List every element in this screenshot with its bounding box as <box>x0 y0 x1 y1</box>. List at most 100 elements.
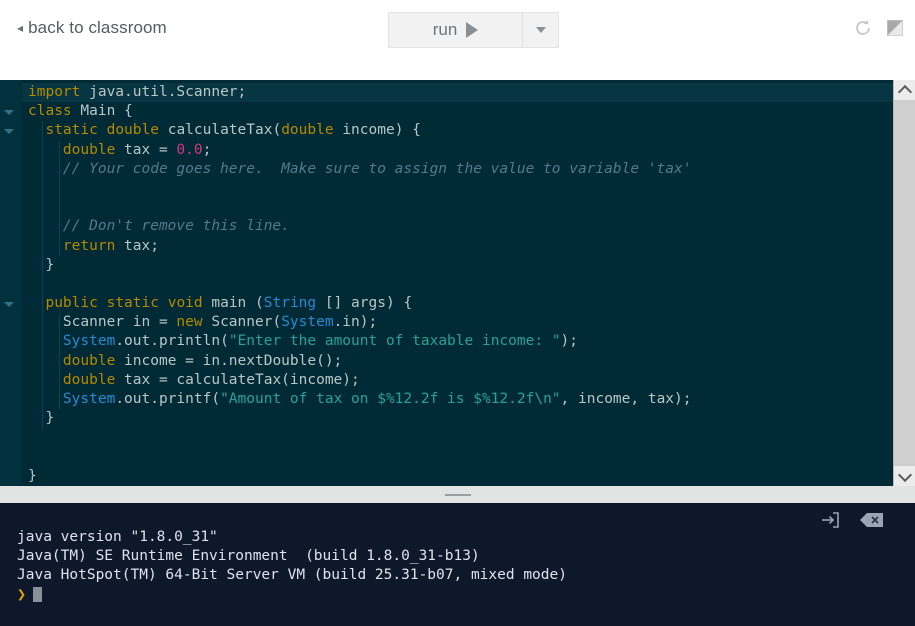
code-line: // Don't remove this line. <box>22 217 893 236</box>
indent-guide <box>59 313 60 410</box>
code-token: .in); <box>333 314 378 331</box>
code-line: Scanner in = new Scanner(System.in); <box>22 313 893 332</box>
editor-vertical-scrollbar[interactable] <box>893 80 915 486</box>
code-token: Scanner in = <box>28 314 177 331</box>
code-line: } <box>22 467 893 486</box>
prompt-chevron-icon: ❯ <box>17 585 27 603</box>
code-line: System.out.printf("Amount of tax on $%12… <box>22 390 893 409</box>
code-token: public <box>45 295 98 312</box>
code-token: .out.printf( <box>115 391 221 407</box>
top-toolbar: ◂ back to classroom run <box>0 0 915 80</box>
code-token: // Your code goes here. Make sure to ass… <box>28 160 692 177</box>
code-line: public static void main (String [] args)… <box>22 294 893 313</box>
chevron-down-icon <box>535 27 546 33</box>
code-token: double <box>106 122 159 139</box>
splitter-drag-handle[interactable] <box>444 494 471 496</box>
code-token: double <box>62 371 116 388</box>
code-token: .out.println( <box>115 333 229 350</box>
scroll-down-button[interactable] <box>894 466 915 486</box>
code-token: new <box>176 314 203 331</box>
code-token: double <box>62 352 116 369</box>
indent-guide <box>42 121 43 429</box>
code-token: "Amount of tax on $%12.2f is $%12.2f\n" <box>220 391 561 407</box>
run-button-group: run <box>388 12 559 48</box>
code-token: , income, tax); <box>560 391 692 407</box>
code-content[interactable]: import java.util.Scanner; class Main { st… <box>22 80 893 486</box>
code-token: [] args) { <box>316 295 413 312</box>
back-to-classroom-label: back to classroom <box>28 18 167 37</box>
fold-arrow-icon[interactable] <box>4 302 14 307</box>
code-token: "Enter the amount of taxable income: " <box>228 333 561 350</box>
editor-console-splitter[interactable] <box>0 486 915 503</box>
run-options-dropdown-button[interactable] <box>523 13 558 47</box>
code-line: import java.util.Scanner; <box>22 83 893 103</box>
code-token: static <box>106 295 159 312</box>
console-panel[interactable]: java version "1.8.0_31" Java(TM) SE Runt… <box>0 503 915 626</box>
code-token: // Don't remove this line. <box>28 218 290 235</box>
code-token: Scanner( <box>202 314 282 331</box>
code-token: class <box>28 103 72 120</box>
contrast-toggle-icon[interactable] <box>885 18 905 38</box>
code-token: income) { <box>333 122 421 139</box>
code-token: ); <box>560 333 579 350</box>
code-token: String <box>263 295 317 312</box>
code-line: double income = in.nextDouble(); <box>22 352 893 371</box>
code-token: double <box>62 141 116 158</box>
code-token: static <box>45 122 98 139</box>
console-cursor <box>33 587 43 602</box>
code-line: System.out.println("Enter the amount of … <box>22 332 893 351</box>
code-token: System <box>281 314 334 331</box>
play-triangle-icon <box>466 22 479 38</box>
fold-arrow-icon[interactable] <box>4 129 14 134</box>
code-token: } <box>28 467 37 484</box>
code-token: tax = <box>115 141 177 158</box>
code-token: void <box>167 295 203 312</box>
code-token: tax; <box>115 237 159 254</box>
code-line: double tax = 0.0; <box>22 141 893 160</box>
code-token: Main { <box>71 103 133 120</box>
code-token: income = in.nextDouble(); <box>115 352 343 369</box>
chevron-up-icon <box>897 84 912 99</box>
indent-guide <box>59 140 60 256</box>
console-icon-group <box>819 509 885 531</box>
backspace-clear-icon[interactable] <box>859 511 885 529</box>
code-line: double tax = calculateTax(income); <box>22 371 893 390</box>
code-line: return tax; <box>22 237 893 256</box>
code-token: main ( <box>202 295 264 312</box>
code-token: calculateTax( <box>158 122 282 139</box>
code-token: ; <box>202 141 212 158</box>
code-line: class Main { <box>22 102 893 121</box>
code-token: return <box>62 237 116 254</box>
code-token: 0.0 <box>176 141 203 158</box>
console-prompt[interactable]: ❯ <box>17 585 43 603</box>
fold-arrow-icon[interactable] <box>4 110 14 115</box>
code-editor[interactable]: import java.util.Scanner; class Main { st… <box>0 80 915 486</box>
send-to-console-icon[interactable] <box>819 509 841 531</box>
run-button[interactable]: run <box>389 13 523 47</box>
toolbar-icon-group <box>853 18 905 38</box>
run-button-label: run <box>432 20 458 39</box>
code-token: double <box>281 122 334 139</box>
chevron-down-icon <box>897 467 912 482</box>
back-to-classroom-link[interactable]: ◂ back to classroom <box>17 18 167 38</box>
code-token: System <box>62 391 116 407</box>
code-line: } <box>22 409 893 428</box>
code-token: System <box>62 333 116 350</box>
refresh-icon[interactable] <box>853 18 873 38</box>
scroll-up-button[interactable] <box>894 80 915 100</box>
editor-gutter <box>0 80 22 486</box>
code-token: tax = calculateTax(income); <box>115 371 360 388</box>
